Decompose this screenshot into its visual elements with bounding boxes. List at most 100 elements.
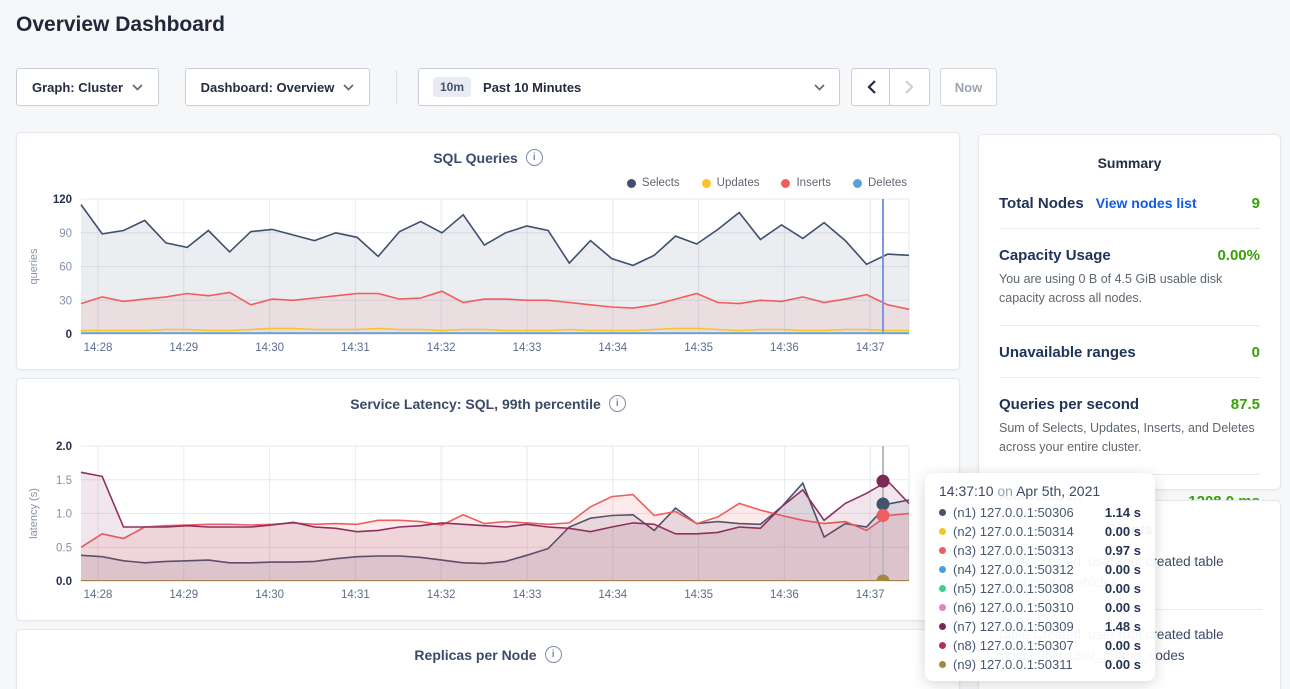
tooltip-node-label: (n8) 127.0.0.1:50307 — [953, 638, 1074, 653]
summary-value: 87.5 — [1231, 396, 1260, 413]
svg-text:14:33: 14:33 — [513, 342, 542, 354]
time-prev-button[interactable] — [851, 68, 891, 106]
service-latency-chart[interactable]: 0.00.51.01.52.014:2814:2914:3014:3114:32… — [17, 379, 961, 609]
summary-row: Total Nodes View nodes list 9 — [999, 195, 1260, 212]
svg-text:14:35: 14:35 — [684, 342, 713, 354]
svg-text:60: 60 — [59, 262, 72, 274]
controls-divider — [396, 70, 397, 104]
tooltip-node-label: (n2) 127.0.0.1:50314 — [953, 524, 1074, 539]
replicas-title-row: Replicas per Node i — [17, 646, 959, 663]
node-dot-icon — [939, 509, 946, 516]
time-range-picker[interactable]: 10m Past 10 Minutes — [418, 68, 840, 106]
node-dot-icon — [939, 585, 946, 592]
svg-text:14:28: 14:28 — [84, 342, 113, 354]
summary-row: Queries per second87.5 — [999, 396, 1260, 413]
hover-point-dot — [877, 575, 890, 588]
node-dot-icon — [939, 623, 946, 630]
replicas-per-node-card: Replicas per Node i — [16, 629, 960, 689]
svg-text:latency (s): latency (s) — [28, 488, 40, 539]
svg-text:0.5: 0.5 — [56, 542, 72, 554]
chevron-left-icon — [867, 80, 876, 94]
hover-point-dot — [877, 498, 890, 511]
page-title: Overview Dashboard — [16, 13, 225, 37]
node-dot-icon — [939, 547, 946, 554]
tooltip-row: (n6) 127.0.0.1:503100.00 s — [939, 598, 1141, 617]
svg-text:14:32: 14:32 — [427, 589, 456, 601]
svg-text:2.0: 2.0 — [56, 441, 72, 453]
hover-point-dot — [877, 475, 890, 488]
summary-panel: Summary Total Nodes View nodes list 9 Capac… — [978, 134, 1281, 490]
summary-row: Capacity Usage0.00% — [999, 247, 1260, 264]
chart-title: Replicas per Node — [414, 647, 536, 663]
tooltip-row: (n8) 127.0.0.1:503070.00 s — [939, 636, 1141, 655]
summary-label: Total Nodes — [999, 195, 1084, 212]
svg-text:14:34: 14:34 — [598, 589, 627, 601]
node-dot-icon — [939, 642, 946, 649]
summary-value: 0 — [1252, 344, 1260, 361]
svg-text:30: 30 — [59, 295, 72, 307]
graph-dropdown-label: Graph: Cluster — [32, 80, 123, 95]
summary-label: Unavailable ranges — [999, 344, 1136, 361]
svg-text:14:33: 14:33 — [513, 589, 542, 601]
tooltip-node-value: 1.14 s — [1105, 505, 1141, 520]
chevron-down-icon — [814, 84, 825, 91]
summary-divider — [999, 325, 1260, 326]
svg-text:14:31: 14:31 — [341, 342, 370, 354]
tooltip-row: (n1) 127.0.0.1:50306 1.14 s — [939, 503, 1141, 522]
overview-dashboard-page: Overview Dashboard Graph: Cluster Dashbo… — [0, 0, 1290, 689]
time-next-button[interactable] — [889, 68, 930, 106]
tooltip-rows: (n1) 127.0.0.1:50306 1.14 s (n2) 127.0.0.1… — [939, 503, 1141, 674]
sql-queries-card: SQL Queries i SelectsUpdatesInsertsDelet… — [16, 132, 960, 370]
node-dot-icon — [939, 566, 946, 573]
summary-divider — [999, 228, 1260, 229]
tooltip-node-value: 0.00 s — [1105, 562, 1141, 577]
svg-text:1.0: 1.0 — [56, 509, 72, 521]
svg-text:120: 120 — [53, 194, 72, 206]
graph-dropdown[interactable]: Graph: Cluster — [16, 68, 159, 106]
tooltip-node-value: 0.00 s — [1105, 657, 1141, 672]
svg-text:14:29: 14:29 — [169, 589, 198, 601]
svg-text:14:36: 14:36 — [770, 589, 799, 601]
svg-text:14:28: 14:28 — [84, 589, 113, 601]
summary-divider — [999, 377, 1260, 378]
view-nodes-list-link[interactable]: View nodes list — [1096, 195, 1197, 211]
summary-rows: Total Nodes View nodes list 9 Capacity Usag… — [979, 171, 1280, 510]
tooltip-node-value: 0.00 s — [1105, 600, 1141, 615]
svg-text:14:37: 14:37 — [856, 342, 885, 354]
tooltip-node-label: (n5) 127.0.0.1:50308 — [953, 581, 1074, 596]
sql-queries-chart[interactable]: 030609012014:2814:2914:3014:3114:3214:33… — [17, 133, 961, 362]
summary-label: Capacity Usage — [999, 247, 1111, 264]
node-dot-icon — [939, 661, 946, 668]
summary-title: Summary — [979, 155, 1280, 171]
now-button[interactable]: Now — [940, 68, 997, 106]
svg-text:14:37: 14:37 — [856, 589, 885, 601]
node-dot-icon — [939, 604, 946, 611]
svg-text:14:30: 14:30 — [255, 342, 284, 354]
tooltip-node-value: 1.48 s — [1105, 619, 1141, 634]
tooltip-node-label: (n3) 127.0.0.1:50313 — [953, 543, 1074, 558]
info-icon[interactable]: i — [545, 646, 562, 663]
svg-text:14:31: 14:31 — [341, 589, 370, 601]
chevron-right-icon — [905, 80, 914, 94]
tooltip-row: (n5) 127.0.0.1:50308 0.00 s — [939, 579, 1141, 598]
tooltip-row: (n4) 127.0.0.1:503120.00 s — [939, 560, 1141, 579]
svg-text:0.0: 0.0 — [56, 576, 72, 588]
tooltip-node-label: (n9) 127.0.0.1:50311 — [953, 657, 1073, 672]
chevron-down-icon — [132, 84, 143, 91]
chevron-down-icon — [343, 84, 354, 91]
tooltip-row: (n9) 127.0.0.1:50311 0.00 s — [939, 655, 1141, 674]
svg-text:queries: queries — [28, 248, 40, 285]
dashboard-dropdown[interactable]: Dashboard: Overview — [185, 68, 370, 106]
svg-text:14:30: 14:30 — [255, 589, 284, 601]
svg-text:14:34: 14:34 — [598, 342, 627, 354]
tooltip-row: (n2) 127.0.0.1:503140.00 s — [939, 522, 1141, 541]
now-button-label: Now — [955, 80, 982, 95]
tooltip-node-value: 0.97 s — [1105, 543, 1141, 558]
tooltip-node-value: 0.00 s — [1105, 581, 1141, 596]
svg-text:14:29: 14:29 — [169, 342, 198, 354]
time-range-label: Past 10 Minutes — [483, 80, 581, 95]
summary-value: 9 — [1252, 195, 1260, 212]
summary-row: Unavailable ranges 0 — [999, 344, 1260, 361]
chart-hover-tooltip: 14:37:10 on Apr 5th, 2021 (n1) 127.0.0.1… — [925, 473, 1155, 681]
tooltip-node-label: (n1) 127.0.0.1:50306 — [953, 505, 1074, 520]
